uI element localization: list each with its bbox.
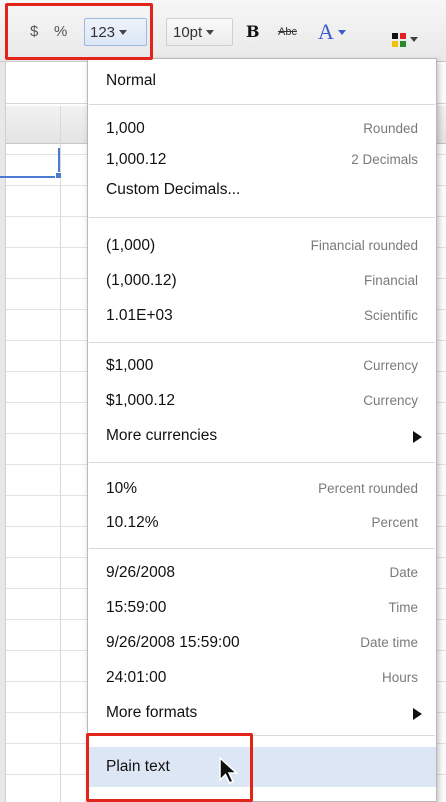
menu-item-hint: Financial rounded bbox=[310, 238, 418, 253]
menu-divider bbox=[89, 462, 435, 463]
menu-item-percent[interactable]: 10.12% Percent bbox=[88, 509, 436, 537]
menu-divider bbox=[89, 104, 435, 105]
menu-item-label: 9/26/2008 15:59:00 bbox=[106, 634, 240, 651]
menu-item-label: (1,000.12) bbox=[106, 272, 177, 289]
menu-item-hint: Currency bbox=[363, 393, 418, 408]
number-format-dropdown[interactable]: 123 bbox=[84, 18, 147, 46]
mouse-pointer-icon bbox=[219, 756, 239, 784]
menu-item-label: 10.12% bbox=[106, 514, 159, 531]
menu-item-label: More currencies bbox=[106, 427, 218, 444]
background-color-button[interactable] bbox=[392, 26, 418, 54]
strikethrough-button[interactable]: Abc bbox=[278, 18, 297, 46]
font-size-dropdown[interactable]: 10pt bbox=[166, 18, 233, 46]
menu-divider bbox=[89, 735, 435, 736]
menu-item-hint: Date bbox=[389, 565, 418, 580]
menu-item-hint: Percent rounded bbox=[318, 481, 418, 496]
text-color-button[interactable]: A bbox=[318, 18, 346, 46]
menu-item-date[interactable]: 9/26/2008 Date bbox=[88, 559, 436, 587]
menu-item-hint: Rounded bbox=[363, 121, 418, 136]
menu-item-label: 1,000 bbox=[106, 120, 145, 137]
menu-item-scientific[interactable]: 1.01E+03 Scientific bbox=[88, 302, 436, 330]
menu-item-label: Plain text bbox=[106, 758, 170, 775]
menu-item-time[interactable]: 15:59:00 Time bbox=[88, 594, 436, 622]
menu-item-label: 10% bbox=[106, 480, 138, 497]
menu-item-label: Custom Decimals... bbox=[106, 181, 241, 198]
menu-item-hint: Scientific bbox=[363, 308, 418, 323]
menu-item-label: (1,000) bbox=[106, 237, 156, 254]
selected-cell[interactable] bbox=[0, 148, 60, 178]
menu-divider bbox=[89, 217, 435, 218]
chevron-down-icon bbox=[337, 30, 346, 36]
percent-format-button[interactable]: % bbox=[54, 18, 67, 46]
menu-item-label: Normal bbox=[106, 72, 156, 89]
menu-item-currency-rounded[interactable]: $1,000 Currency bbox=[88, 352, 436, 380]
menu-divider bbox=[89, 548, 435, 549]
menu-item-date-time[interactable]: 9/26/2008 15:59:00 Date time bbox=[88, 629, 436, 657]
menu-item-normal[interactable]: Normal bbox=[88, 67, 436, 95]
menu-item-label: $1,000 bbox=[106, 357, 154, 374]
menu-item-label: $1,000.12 bbox=[106, 392, 175, 409]
submenu-arrow-icon bbox=[413, 431, 422, 443]
menu-item-label: More formats bbox=[106, 704, 198, 721]
menu-item-more-formats[interactable]: More formats bbox=[88, 699, 436, 727]
menu-item-plain-text[interactable]: Plain text bbox=[88, 747, 436, 787]
menu-item-hint: Percent bbox=[371, 515, 418, 530]
bold-button[interactable]: B bbox=[246, 18, 260, 46]
menu-item-currency[interactable]: $1,000.12 Currency bbox=[88, 387, 436, 415]
menu-item-label: 9/26/2008 bbox=[106, 564, 175, 581]
currency-format-button[interactable]: $ bbox=[30, 18, 38, 46]
number-format-menu: Normal 1,000 Rounded 1,000.12 2 Decimals… bbox=[87, 58, 437, 802]
menu-item-more-currencies[interactable]: More currencies bbox=[88, 422, 436, 450]
menu-item-hint: Date time bbox=[360, 635, 418, 650]
menu-item-hours[interactable]: 24:01:00 Hours bbox=[88, 664, 436, 692]
submenu-arrow-icon bbox=[413, 708, 422, 720]
toolbar: $ % 123 10pt B Abc A bbox=[0, 0, 446, 62]
chevron-down-icon bbox=[410, 36, 418, 42]
chevron-down-icon bbox=[119, 29, 128, 35]
menu-item-custom-decimals[interactable]: Custom Decimals... bbox=[88, 176, 436, 204]
column-divider bbox=[60, 106, 61, 802]
menu-item-percent-rounded[interactable]: 10% Percent rounded bbox=[88, 475, 436, 503]
font-size-label: 10pt bbox=[173, 24, 203, 41]
menu-item-financial-rounded[interactable]: (1,000) Financial rounded bbox=[88, 232, 436, 260]
menu-divider bbox=[89, 342, 435, 343]
menu-item-hint: 2 Decimals bbox=[351, 152, 418, 167]
menu-item-hint: Hours bbox=[381, 670, 418, 685]
menu-item-label: 15:59:00 bbox=[106, 599, 167, 616]
chevron-down-icon bbox=[206, 29, 215, 35]
menu-item-label: 1,000.12 bbox=[106, 151, 167, 168]
background-color-icon bbox=[392, 33, 406, 48]
menu-item-2-decimals[interactable]: 1,000.12 2 Decimals bbox=[88, 146, 436, 174]
menu-item-label: 24:01:00 bbox=[106, 669, 167, 686]
row-header-edge bbox=[0, 0, 6, 802]
text-color-label: A bbox=[318, 19, 334, 44]
menu-item-hint: Time bbox=[388, 600, 419, 615]
menu-item-financial[interactable]: (1,000.12) Financial bbox=[88, 267, 436, 295]
menu-item-hint: Currency bbox=[363, 358, 418, 373]
menu-item-rounded[interactable]: 1,000 Rounded bbox=[88, 115, 436, 143]
number-format-label: 123 bbox=[90, 24, 116, 41]
menu-item-hint: Financial bbox=[363, 273, 418, 288]
fill-handle[interactable] bbox=[55, 172, 62, 179]
menu-item-label: 1.01E+03 bbox=[106, 307, 173, 324]
